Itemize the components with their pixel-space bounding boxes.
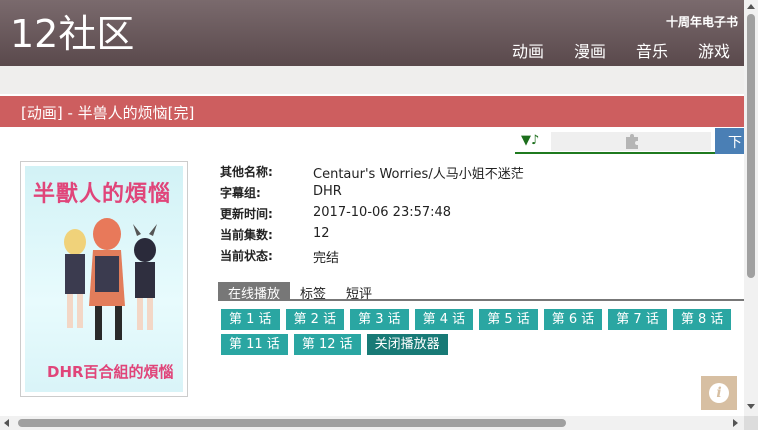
info-row-status: 当前状态: 完结 [220,247,524,268]
info-icon: i [709,383,729,403]
info-label: 其他名称: [220,165,273,179]
scroll-right-icon[interactable] [733,419,738,427]
tab-tags[interactable]: 标签 [290,282,336,302]
plugin-placeholder[interactable] [551,132,711,151]
tab-online-play[interactable]: 在线播放 [218,282,291,302]
puzzle-icon [626,134,638,149]
scroll-up-icon[interactable] [747,4,755,9]
title-bar: [动画] - 半兽人的烦恼[完] [0,96,744,127]
nav-item-manga[interactable]: 漫画 [574,38,606,62]
info-label: 当前集数: [220,228,273,242]
cover-image: 半獸人的煩惱 DHR百合組的煩惱 [20,161,188,397]
cover-characters [64,218,157,340]
info-label: 更新时间: [220,207,273,221]
page-title: [动画] - 半兽人的烦恼[完] [21,104,195,122]
episode-button[interactable]: 第 8 话 [672,309,732,330]
vertical-scroll-thumb[interactable] [747,14,755,278]
info-row-subgroup: 字幕组: DHR [220,184,524,205]
main-nav: 动画 漫画 音乐 游戏 [482,38,730,62]
scroll-left-icon[interactable] [4,419,9,427]
episode-button[interactable]: 第 1 话 [221,309,280,330]
info-row-episodes: 当前集数: 12 [220,226,524,247]
info-value: 12 [313,226,330,241]
vertical-scrollbar[interactable] [744,0,758,416]
cover-art: 半獸人的煩惱 DHR百合組的煩惱 [25,166,183,392]
info-value: Centaur's Worries/人马小姐不迷茫 [313,167,524,182]
info-label: 字幕组: [220,186,261,200]
scroll-down-icon[interactable] [747,404,755,409]
nav-item-music[interactable]: 音乐 [636,38,668,62]
site-header: 12社区 十周年电子书 动画 漫画 音乐 游戏 [0,0,744,66]
scrollbar-corner [744,416,758,430]
site-logo[interactable]: 12社区 [10,12,134,56]
horizontal-scroll-thumb[interactable] [18,419,566,427]
ebook-link[interactable]: 十周年电子书 [666,13,738,30]
info-value: DHR [313,184,342,199]
music-toggle-icon[interactable]: ▼♪ [521,133,539,148]
episode-button[interactable]: 第 6 话 [543,309,603,330]
episode-button[interactable]: 第 2 话 [285,309,345,330]
episode-button[interactable]: 第 5 话 [479,309,538,330]
cover-title: 半獸人的煩惱 [33,182,172,207]
info-value: 2017-10-06 23:57:48 [313,205,452,220]
horizontal-scrollbar[interactable] [0,416,744,430]
episode-button[interactable]: 第 3 话 [350,309,409,330]
sub-bar [0,66,744,94]
info-row-alt-name: 其他名称: Centaur's Worries/人马小姐不迷茫 [220,163,524,184]
episode-button[interactable]: 第 12 话 [293,334,361,355]
info-panel: 其他名称: Centaur's Worries/人马小姐不迷茫 字幕组: DHR… [220,163,524,268]
tab-comments[interactable]: 短评 [336,282,382,302]
cover-subtitle: DHR百合組的煩惱 [47,363,174,381]
episode-button[interactable]: 第 11 话 [221,334,288,355]
nav-item-games[interactable]: 游戏 [698,38,730,62]
info-button[interactable]: i [701,376,737,410]
episode-button[interactable]: 第 4 话 [414,309,474,330]
episode-list: 第 1 话 第 2 话 第 3 话 第 4 话 第 5 话 第 6 话 第 7 … [221,309,758,359]
close-player-button[interactable]: 关闭播放器 [366,334,448,355]
content-tabs: 在线播放 标签 短评 [218,282,744,302]
info-value: 完结 [313,251,340,266]
nav-item-anime[interactable]: 动画 [512,38,544,62]
player-strip: ▼♪ [515,130,715,154]
episode-button[interactable]: 第 7 话 [608,309,667,330]
info-row-updated: 更新时间: 2017-10-06 23:57:48 [220,205,524,226]
info-label: 当前状态: [220,249,273,263]
